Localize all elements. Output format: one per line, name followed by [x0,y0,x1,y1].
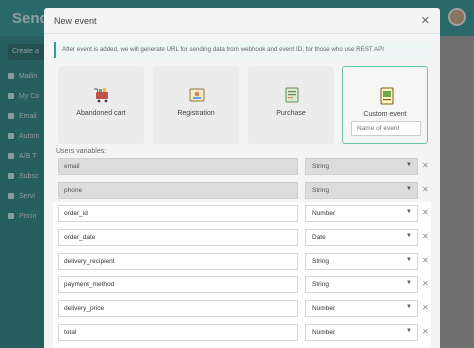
chevron-down-icon: ▼ [406,162,412,168]
variables-list: email String ▼ ✕ phone String ▼ ✕ order_id… [56,155,432,345]
variable-name-input[interactable]: payment_method [58,276,298,294]
variable-type-select[interactable]: Number ▼ [305,323,418,341]
custom-document-icon [380,87,394,105]
modal-title: New event [54,16,97,26]
variable-type-select: String ▼ [305,158,418,175]
variable-type-select[interactable]: Number ▼ [305,205,418,223]
chevron-down-icon: ▼ [406,256,412,263]
variable-type-select: String ▼ [305,181,418,199]
remove-icon[interactable]: ✕ [422,303,429,312]
variable-row: total Number ▼ ✕ [56,321,432,345]
chevron-down-icon: ▼ [406,233,412,240]
info-banner: After event is added, we will generate U… [54,42,430,58]
variable-row: email String ▼ ✕ [56,155,432,179]
event-card-label: Purchase [276,110,306,117]
remove-icon[interactable]: ✕ [422,208,429,217]
event-card-label: Abandoned cart [76,110,126,117]
variable-row: phone String ▼ ✕ [56,179,432,203]
receipt-icon [285,87,299,103]
variable-row: order_date Date ▼ ✕ [56,226,432,250]
remove-icon[interactable]: ✕ [422,232,429,241]
variable-name-input[interactable]: order_id [58,205,298,223]
variable-name-input[interactable]: delivery_recipient [58,252,298,270]
variable-type-select[interactable]: String ▼ [305,276,418,294]
variable-row: order_id Number ▼ ✕ [56,202,432,226]
variable-type-select[interactable]: Date ▼ [305,229,418,247]
shopping-cart-icon [94,88,108,103]
event-card-abandoned-cart[interactable]: Abandoned cart [58,66,144,144]
event-card-registration[interactable]: Registration [153,66,239,144]
event-card-custom-event[interactable]: Custom event [342,66,428,144]
chevron-down-icon: ▼ [406,327,412,334]
event-card-purchase[interactable]: Purchase [248,66,334,144]
remove-icon[interactable]: ✕ [422,327,429,336]
variable-name-input[interactable]: order_date [58,229,298,247]
chevron-down-icon: ▼ [406,185,412,192]
event-type-cards: Abandoned cart Registration Purchase Cus… [58,66,430,146]
variable-row: delivery_recipient String ▼ ✕ [56,250,432,274]
variable-name-input[interactable]: delivery_price [58,300,298,318]
variable-type-select[interactable]: Number ▼ [305,300,418,318]
event-name-input[interactable] [351,121,421,136]
id-card-icon [189,88,205,102]
remove-icon[interactable]: ✕ [422,161,429,170]
chevron-down-icon: ▼ [406,304,412,311]
remove-icon[interactable]: ✕ [422,279,429,288]
event-card-label: Custom event [363,111,407,118]
variable-name-field: phone [58,181,298,199]
chevron-down-icon: ▼ [406,280,412,287]
variable-name-field: email [58,158,298,175]
variable-type-select[interactable]: String ▼ [305,252,418,270]
variable-row: delivery_price Number ▼ ✕ [56,297,432,321]
variables-title: Users variables: [56,148,107,155]
remove-icon[interactable]: ✕ [422,256,429,265]
chevron-down-icon: ▼ [406,209,412,216]
close-icon[interactable]: ✕ [421,14,430,27]
variable-row: payment_method String ▼ ✕ [56,273,432,297]
event-card-label: Registration [177,110,215,117]
modal-header: New event ✕ [44,8,440,34]
variable-name-input[interactable]: total [58,323,298,341]
remove-icon[interactable]: ✕ [422,185,429,194]
